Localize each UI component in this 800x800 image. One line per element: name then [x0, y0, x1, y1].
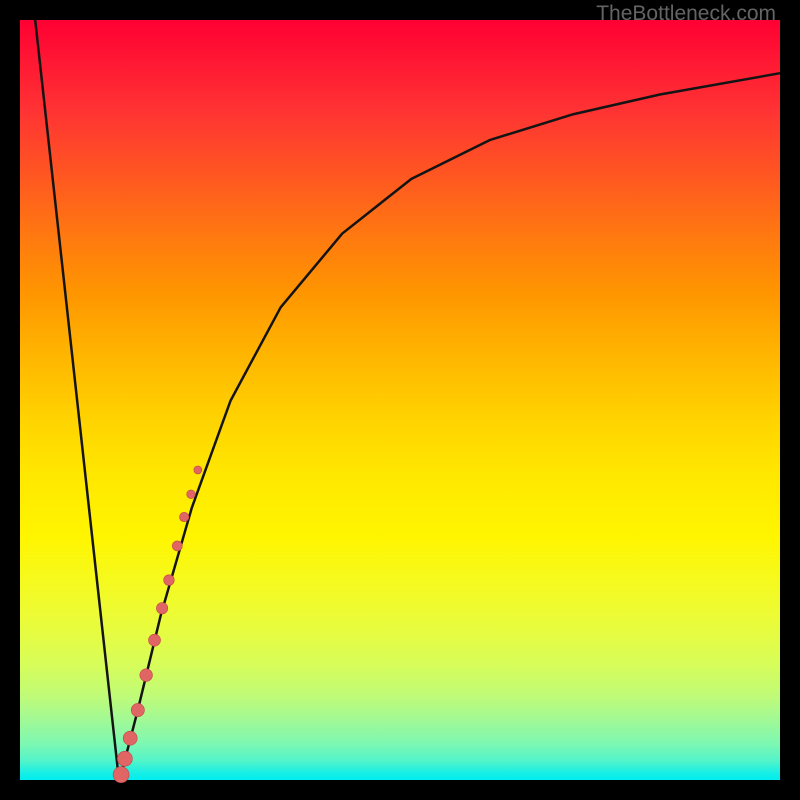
plot-area — [20, 20, 780, 780]
bottleneck-curve — [35, 20, 780, 775]
highlight-dot — [131, 703, 144, 716]
highlight-dot — [179, 512, 188, 521]
highlight-dot — [113, 767, 129, 783]
highlight-dot — [149, 634, 161, 646]
chart-svg — [20, 20, 780, 780]
highlight-dot — [123, 731, 137, 745]
highlight-dot — [140, 669, 153, 682]
highlight-dot — [172, 541, 182, 551]
chart-frame: TheBottleneck.com — [0, 0, 800, 800]
highlight-dot — [164, 575, 175, 586]
highlight-dot — [117, 751, 132, 766]
highlight-dot — [194, 466, 202, 474]
highlight-dot — [187, 490, 196, 499]
highlight-dot — [156, 603, 167, 614]
